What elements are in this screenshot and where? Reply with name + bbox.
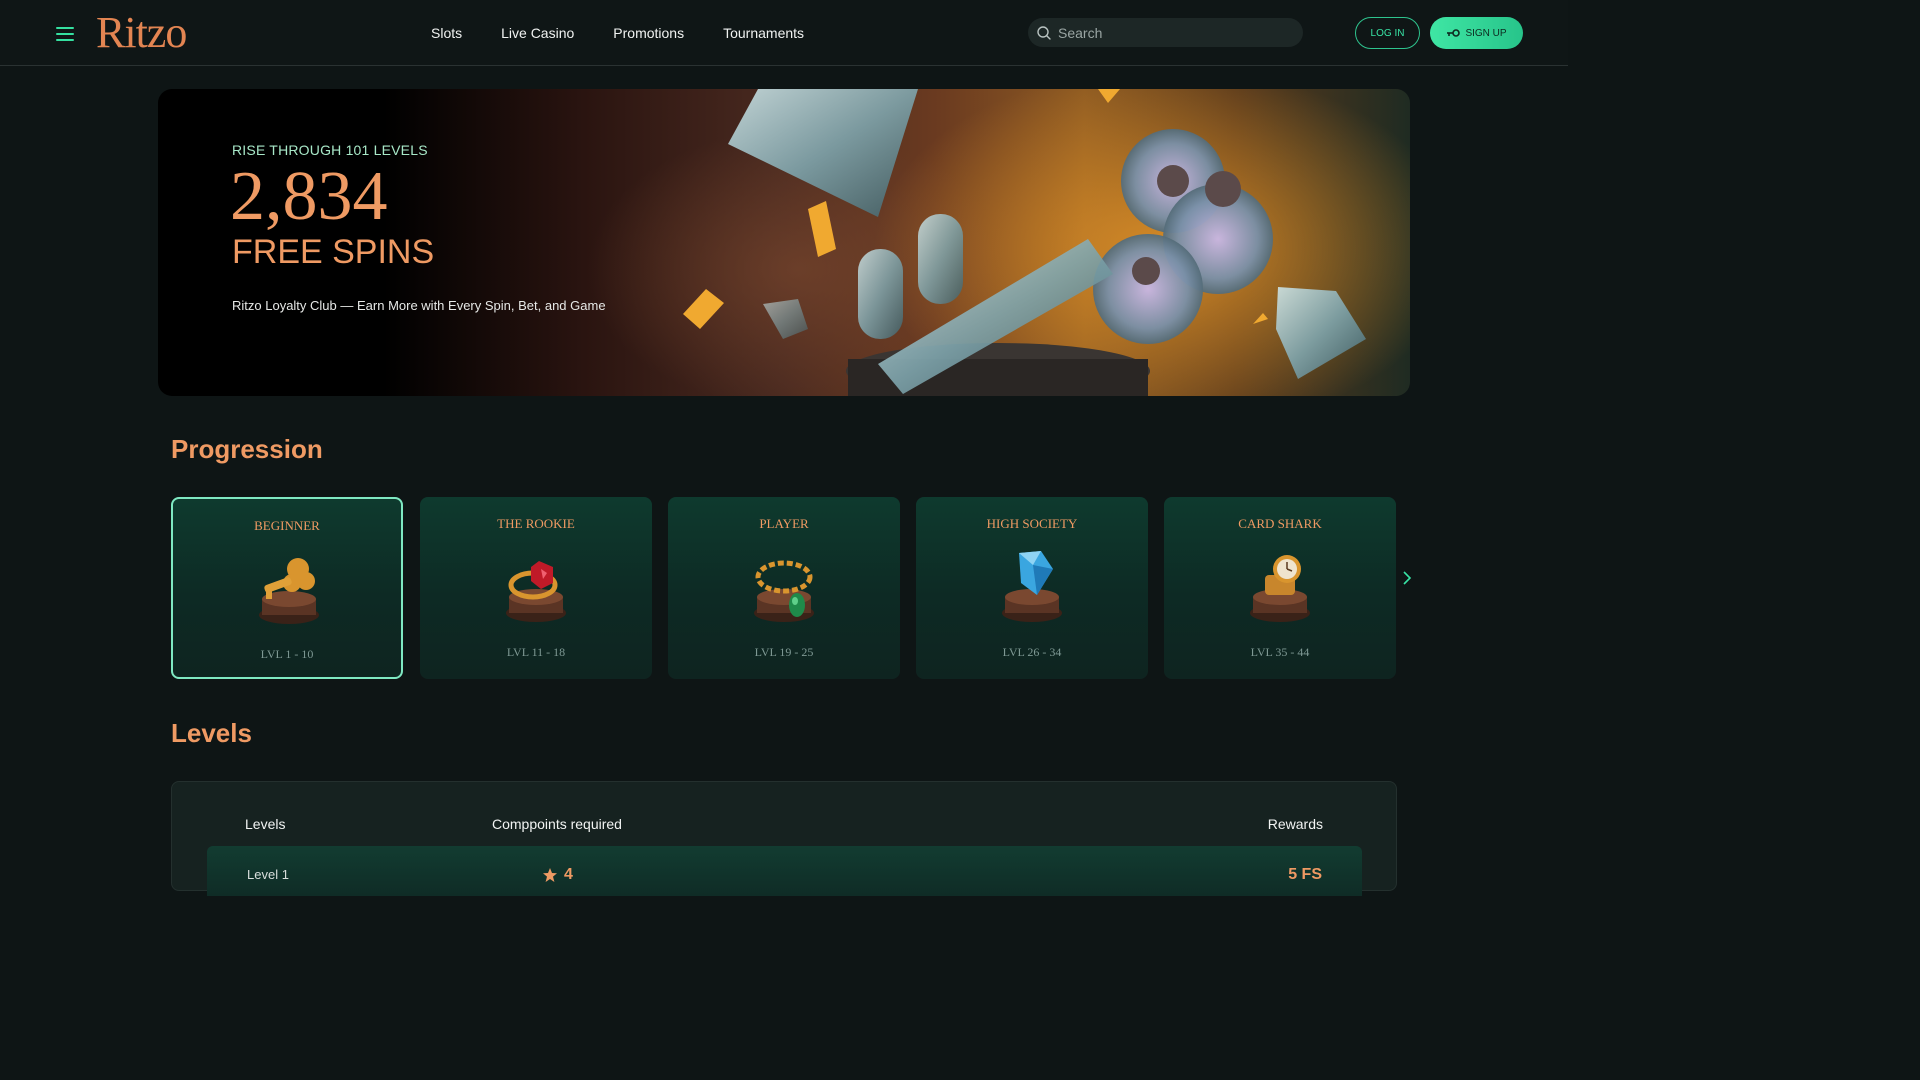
search-box[interactable] xyxy=(1028,18,1303,47)
gold-chain-icon xyxy=(754,560,814,622)
hero-banner: RISE THROUGH 101 LEVELS 2,834 FREE SPINS… xyxy=(158,89,1410,396)
tier-card-beginner[interactable]: BEGINNER LVL 1 - 10 xyxy=(171,497,403,679)
hero-kicker: RISE THROUGH 101 LEVELS xyxy=(232,142,428,158)
signup-label: SIGN UP xyxy=(1465,27,1507,39)
search-input[interactable] xyxy=(1058,24,1278,41)
nav-live-casino[interactable]: Live Casino xyxy=(501,24,574,42)
tier-levels: LVL 19 - 25 xyxy=(754,645,814,659)
column-header-rewards: Rewards xyxy=(1267,816,1323,832)
tier-card-player[interactable]: PLAYER LVL 19 - 25 xyxy=(668,497,900,679)
diamond-icon xyxy=(1002,551,1062,622)
gold-watch-icon xyxy=(1250,555,1310,622)
tier-name: HIGH SOCIETY xyxy=(986,516,1078,531)
tier-name: THE ROOKIE xyxy=(497,516,575,531)
chevron-right-icon[interactable] xyxy=(1401,570,1413,586)
row-level: Level 1 xyxy=(247,867,289,882)
tier-levels: LVL 26 - 34 xyxy=(1002,645,1062,659)
main-nav: Slots Live Casino Promotions Tournaments xyxy=(431,24,843,42)
column-header-comppoints: Comppoints required xyxy=(492,816,622,832)
nav-promotions[interactable]: Promotions xyxy=(613,24,684,42)
logo[interactable]: Ritzo xyxy=(96,8,187,58)
login-button[interactable]: LOG IN xyxy=(1355,17,1420,49)
progression-title: Progression xyxy=(171,434,323,464)
column-header-levels: Levels xyxy=(245,816,286,832)
hero-subtitle: Ritzo Loyalty Club — Earn More with Ever… xyxy=(232,298,606,313)
ruby-ring-icon xyxy=(506,561,566,622)
row-points-value: 4 xyxy=(564,866,573,883)
tier-levels: LVL 1 - 10 xyxy=(260,647,314,661)
nav-slots[interactable]: Slots xyxy=(431,24,462,42)
menu-icon[interactable] xyxy=(56,27,74,41)
row-reward: 5 FS xyxy=(1288,866,1322,883)
hero-free-spins-count: 2,834 xyxy=(230,158,388,235)
levels-title: Levels xyxy=(171,718,252,748)
row-points: 4 xyxy=(542,866,573,884)
tier-name: BEGINNER xyxy=(254,518,320,533)
tier-card-high-society[interactable]: HIGH SOCIETY LVL 26 - 34 xyxy=(916,497,1148,679)
tier-name: PLAYER xyxy=(759,516,809,531)
table-row: Level 1 4 5 FS xyxy=(207,846,1362,896)
signup-button[interactable]: SIGN UP xyxy=(1430,17,1523,49)
star-icon xyxy=(543,868,557,882)
nav-tournaments[interactable]: Tournaments xyxy=(723,24,804,42)
tier-name: CARD SHARK xyxy=(1238,516,1322,531)
search-icon xyxy=(1037,25,1051,40)
key-icon xyxy=(1447,29,1461,37)
tier-levels: LVL 35 - 44 xyxy=(1250,645,1310,659)
tier-levels: LVL 11 - 18 xyxy=(506,645,566,659)
tier-card-the-rookie[interactable]: THE ROOKIE LVL 11 - 18 xyxy=(420,497,652,679)
levels-table: Levels Comppoints required Rewards Level… xyxy=(171,781,1397,896)
hero-title: FREE SPINS xyxy=(232,233,435,271)
tier-card-card-shark[interactable]: CARD SHARK LVL 35 - 44 xyxy=(1164,497,1396,679)
key-trophy-icon xyxy=(259,558,319,624)
top-header: Ritzo Slots Live Casino Promotions Tourn… xyxy=(0,0,1568,66)
